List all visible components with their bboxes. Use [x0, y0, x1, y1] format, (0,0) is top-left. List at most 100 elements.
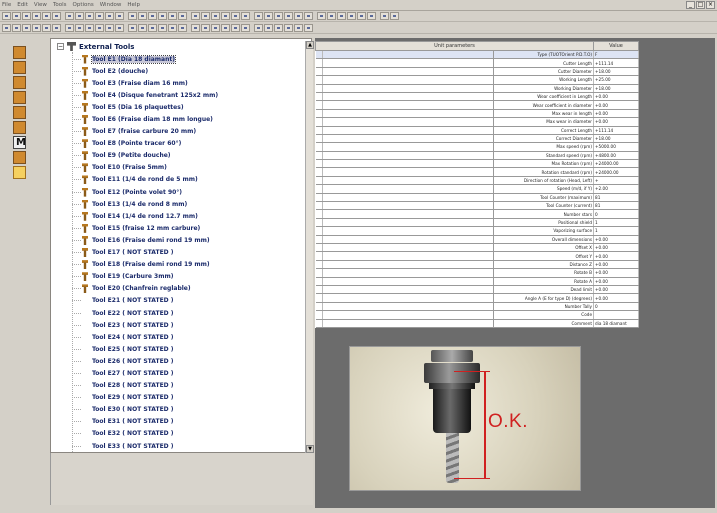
pocket-tool-icon[interactable] — [13, 106, 26, 119]
toolbar-button-icon[interactable] — [52, 12, 61, 20]
menu-item[interactable]: Edit — [17, 2, 28, 8]
tree-item[interactable]: Tool E18 (Fraise demi rond 19 mm) — [72, 259, 307, 271]
toolbar-button-icon[interactable] — [284, 12, 293, 20]
toolbar-button-icon[interactable] — [2, 12, 11, 20]
param-row[interactable]: Wear coefficient in Length +0.00 — [315, 92, 639, 102]
router-tool-icon[interactable] — [13, 46, 26, 59]
toolbar-button-icon[interactable] — [168, 12, 177, 20]
close-icon[interactable]: × — [706, 1, 715, 9]
toolbar-button-icon[interactable] — [65, 12, 74, 20]
toolbar-button-icon[interactable] — [191, 12, 200, 20]
toolbar-button-icon[interactable] — [254, 12, 263, 20]
tree-item[interactable]: Tool E3 (Fraise diam 16 mm) — [72, 77, 307, 89]
param-value[interactable] — [593, 310, 639, 320]
param-value[interactable]: +0.00 — [593, 285, 639, 295]
drill-tool-icon[interactable] — [13, 61, 26, 74]
param-value[interactable]: +25.00 — [593, 75, 639, 85]
toolbar2-button-icon[interactable] — [105, 24, 114, 32]
toolbar2-button-icon[interactable] — [294, 24, 303, 32]
tree-item[interactable]: Tool E19 (Carbure 3mm) — [72, 271, 307, 283]
tree-item[interactable]: Tool E24 ( NOT STATED ) — [72, 331, 307, 343]
toolbar2-button-icon[interactable] — [264, 24, 273, 32]
param-value[interactable]: +24000.00 — [593, 167, 639, 177]
param-row[interactable]: Max speed (rpm) +5000.00 — [315, 142, 639, 152]
param-row[interactable]: Tool Counter (current) 81 — [315, 201, 639, 211]
param-row[interactable]: Max wear in length +0.00 — [315, 109, 639, 119]
toolbar-button-icon[interactable] — [105, 12, 114, 20]
toolbar2-button-icon[interactable] — [75, 24, 84, 32]
param-row[interactable]: Standard speed (rpm) +4800.00 — [315, 151, 639, 161]
param-row[interactable]: Dead limit +0.00 — [315, 285, 639, 295]
toolbar2-button-icon[interactable] — [241, 24, 250, 32]
toolbar-button-icon[interactable] — [42, 12, 51, 20]
param-value[interactable]: + — [593, 176, 639, 186]
toolbar2-button-icon[interactable] — [201, 24, 210, 32]
param-row[interactable]: Max Rotation (rpm) +24000.00 — [315, 159, 639, 169]
toolbar2-button-icon[interactable] — [32, 24, 41, 32]
param-row[interactable]: Correct Diameter +18.00 — [315, 134, 639, 144]
param-row[interactable]: Rotate B +0.00 — [315, 268, 639, 278]
param-value[interactable]: +18.00 — [593, 67, 639, 77]
toolbar-button-icon[interactable] — [12, 12, 21, 20]
tree-item[interactable]: Tool E5 (Dia 16 plaquettes) — [72, 101, 307, 113]
tree-item[interactable]: Tool E7 (fraise carbure 20 mm) — [72, 126, 307, 138]
tree-item[interactable]: Tool E8 (Pointe tracer 60°) — [72, 138, 307, 150]
param-row[interactable]: Positional shield 1 — [315, 218, 639, 228]
param-value[interactable]: +111.14 — [593, 58, 639, 68]
param-value[interactable]: +18.00 — [593, 134, 639, 144]
tree-item[interactable]: Tool E26 ( NOT STATED ) — [72, 355, 307, 367]
param-value[interactable]: +24000.00 — [593, 159, 639, 169]
toolbar2-button-icon[interactable] — [231, 24, 240, 32]
toolbar2-button-icon[interactable] — [65, 24, 74, 32]
toolbar-button-icon[interactable] — [22, 12, 31, 20]
toolbar-button-icon[interactable] — [32, 12, 41, 20]
toolbar-button-icon[interactable] — [138, 12, 147, 20]
tree-item[interactable]: Tool E25 ( NOT STATED ) — [72, 343, 307, 355]
tree-item[interactable]: Tool E30 ( NOT STATED ) — [72, 404, 307, 416]
param-row[interactable]: Tool Counter (maximum) 81 — [315, 193, 639, 203]
scroll-down-icon[interactable]: ▼ — [306, 445, 314, 453]
param-value[interactable]: +0.00 — [593, 100, 639, 110]
param-row[interactable]: Cutter Length +111.14 — [315, 58, 639, 68]
toolbar2-button-icon[interactable] — [12, 24, 21, 32]
menu-item[interactable]: Help — [127, 2, 140, 8]
param-value[interactable]: +0.00 — [593, 235, 639, 245]
saw-tool-icon[interactable] — [13, 76, 26, 89]
tree-item[interactable]: Tool E15 (fraise 12 mm carbure) — [72, 222, 307, 234]
param-value[interactable]: 1 — [593, 218, 639, 228]
param-row[interactable]: Rotation standard (rpm) +24000.00 — [315, 167, 639, 177]
param-value[interactable]: +0.00 — [593, 260, 639, 270]
scroll-up-icon[interactable]: ▲ — [306, 41, 314, 49]
param-value[interactable]: +0.00 — [593, 277, 639, 286]
param-row[interactable]: Code — [315, 310, 639, 320]
toolbar-button-icon[interactable] — [367, 12, 376, 20]
cut-tool-icon[interactable] — [13, 151, 26, 164]
tree-item[interactable]: Tool E20 (Chanfrein reglable) — [72, 283, 307, 295]
param-value[interactable]: +0.00 — [593, 243, 639, 253]
toolbar-button-icon[interactable] — [317, 12, 326, 20]
toolbar-button-icon[interactable] — [337, 12, 346, 20]
toolbar-button-icon[interactable] — [304, 12, 313, 20]
tree-item[interactable]: Tool E12 (Pointe volet 90°) — [72, 186, 307, 198]
param-row[interactable]: Offset Y +0.00 — [315, 251, 639, 261]
param-row[interactable]: Speed (m/d, if Y) +2.00 — [315, 184, 639, 194]
toolbar-button-icon[interactable] — [75, 12, 84, 20]
toolbar2-button-icon[interactable] — [138, 24, 147, 32]
toolbar2-button-icon[interactable] — [52, 24, 61, 32]
param-value[interactable]: +4800.00 — [593, 151, 639, 161]
toolbar2-button-icon[interactable] — [115, 24, 124, 32]
param-value[interactable]: +111.14 — [593, 126, 639, 135]
toolbar-button-icon[interactable] — [95, 12, 104, 20]
toolbar-button-icon[interactable] — [115, 12, 124, 20]
tree-item[interactable]: Tool E28 ( NOT STATED ) — [72, 380, 307, 392]
tree-item[interactable]: Tool E4 (Disque fenetrant 125x2 mm) — [72, 89, 307, 101]
toolbar-button-icon[interactable] — [85, 12, 94, 20]
menu-item[interactable]: View — [34, 2, 47, 8]
tree-item[interactable]: Tool E31 ( NOT STATED ) — [72, 416, 307, 428]
param-row[interactable]: Working Length +25.00 — [315, 75, 639, 85]
minimize-icon[interactable]: _ — [686, 1, 695, 9]
param-value[interactable]: 1 — [593, 226, 639, 236]
tree-item[interactable]: Tool E2 (douche) — [72, 65, 307, 77]
toolbar2-button-icon[interactable] — [304, 24, 313, 32]
toolbar-button-icon[interactable] — [158, 12, 167, 20]
